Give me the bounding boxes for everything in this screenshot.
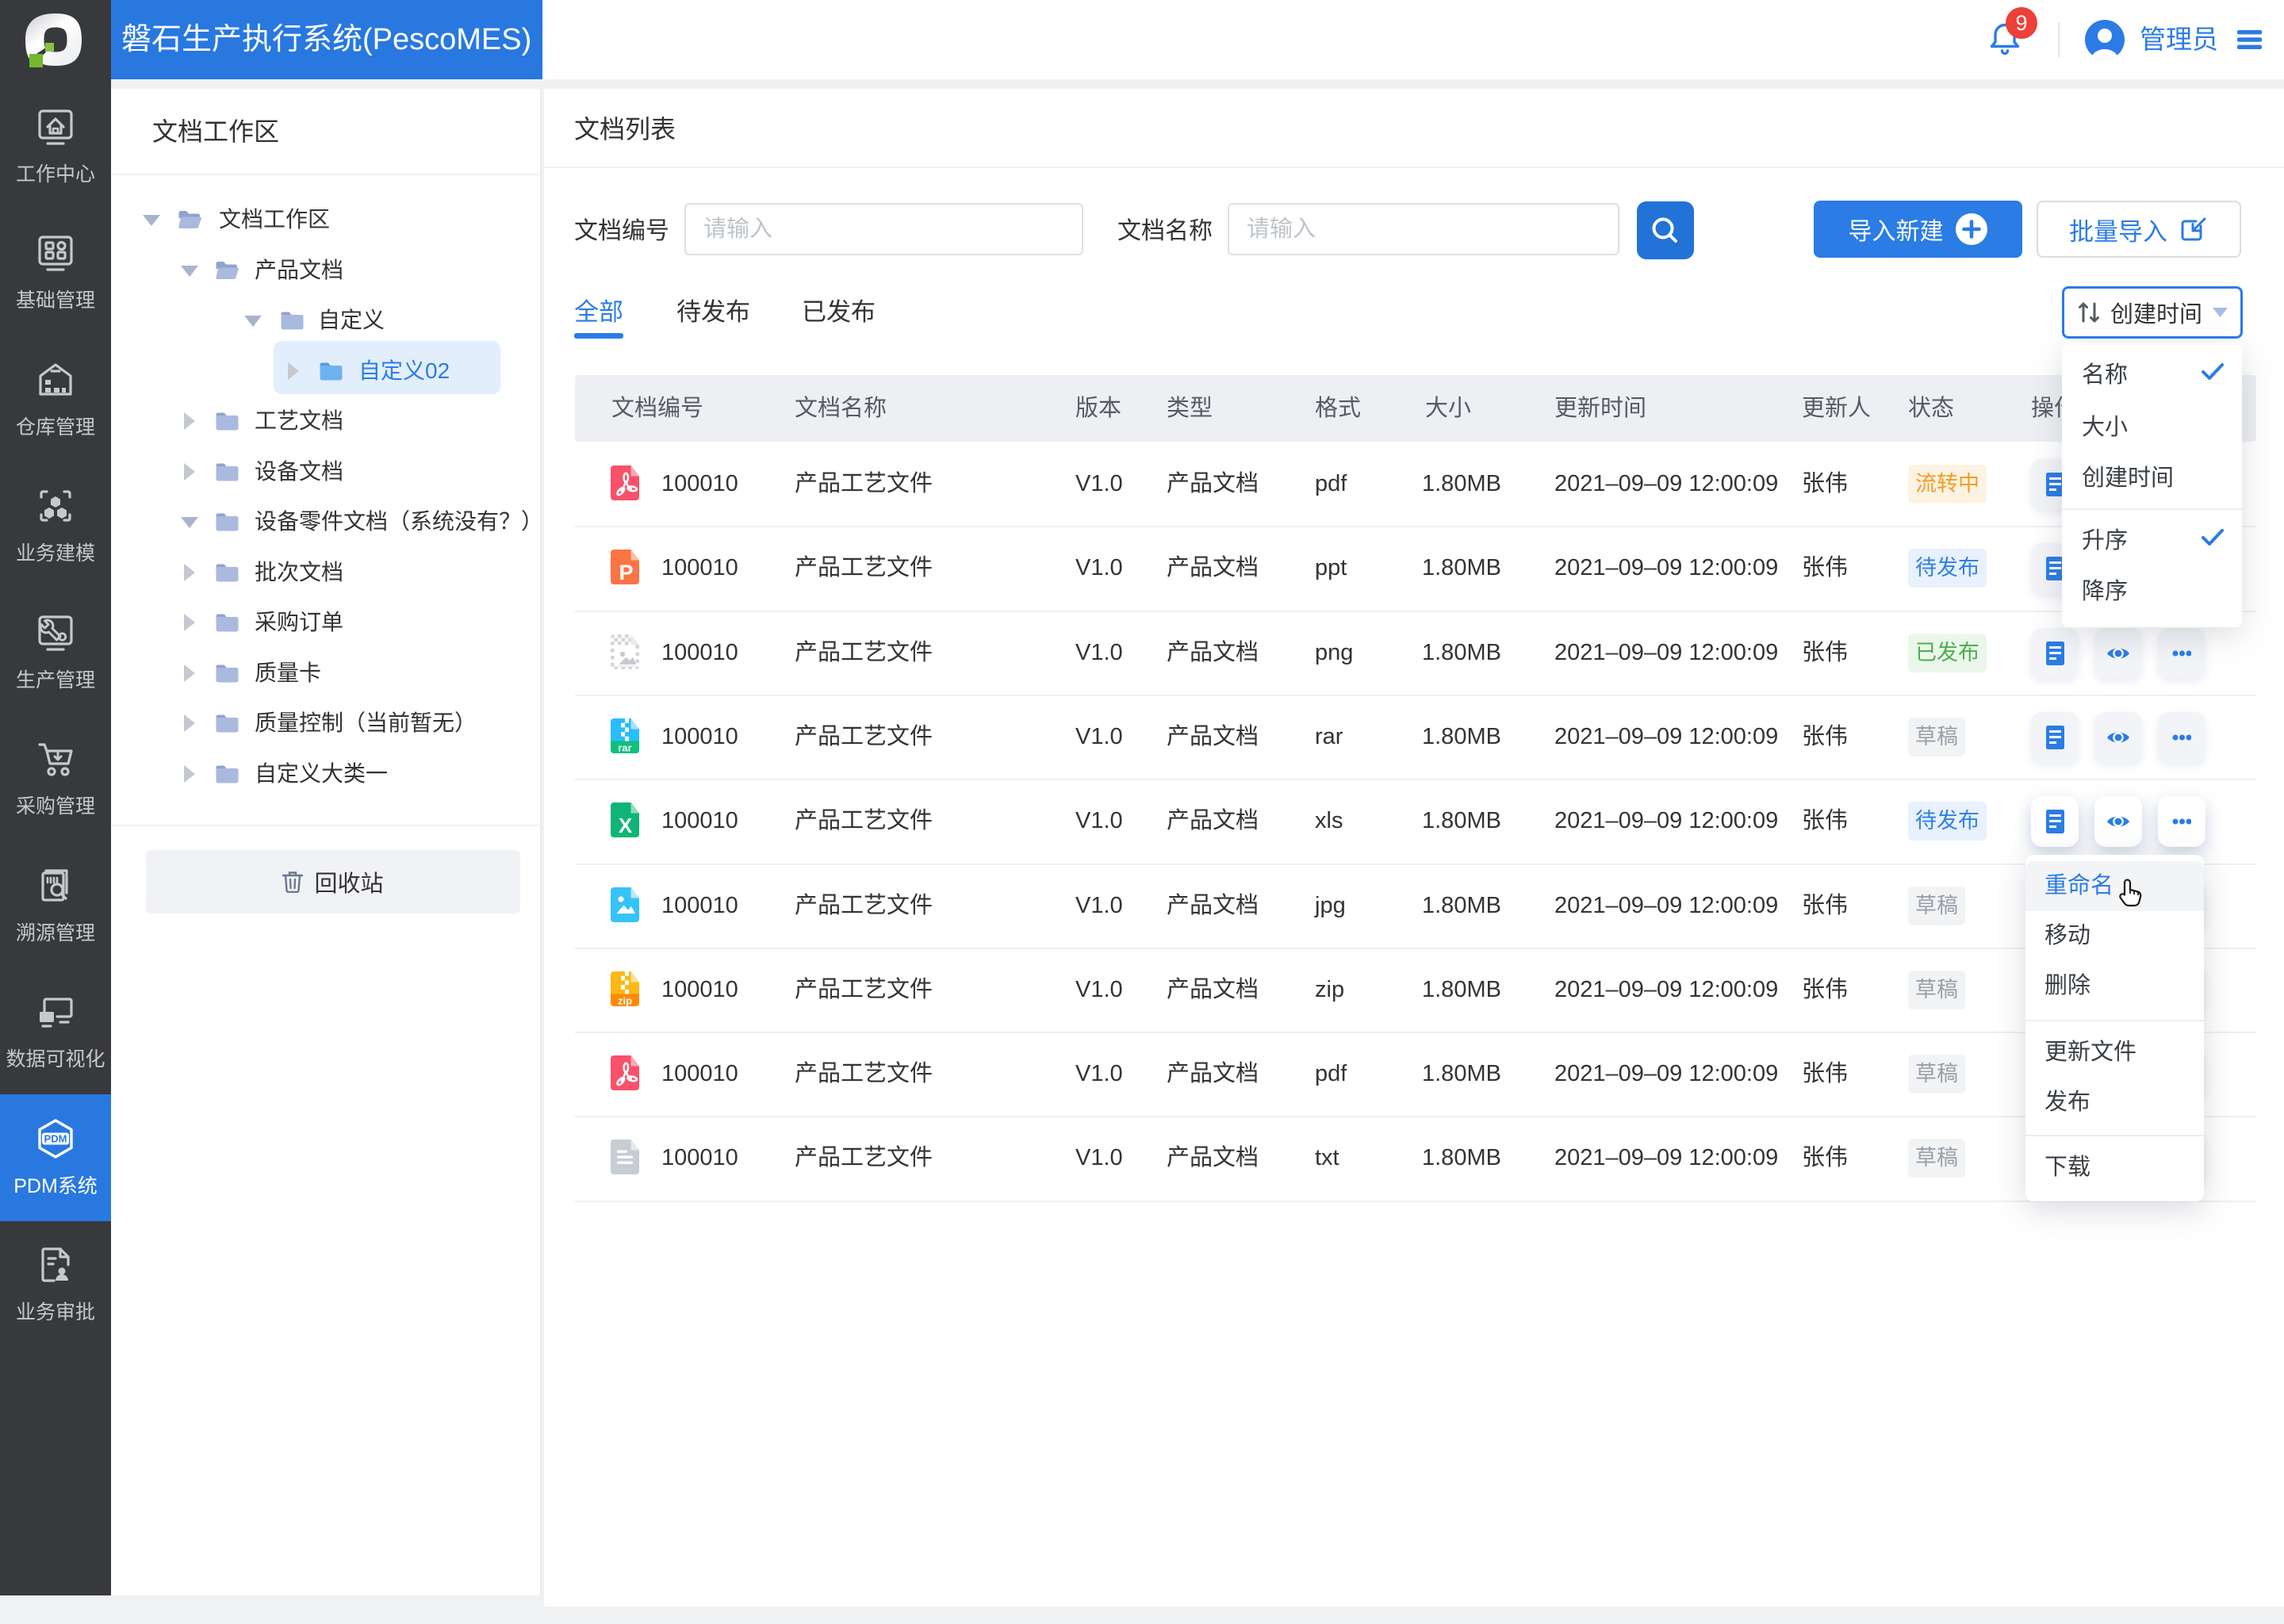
svg-text:P: P xyxy=(619,561,633,584)
svg-text:PDM: PDM xyxy=(44,1133,67,1145)
svg-text:X: X xyxy=(619,814,633,837)
svg-text:rar: rar xyxy=(618,742,631,754)
svg-text:zip: zip xyxy=(618,995,632,1007)
